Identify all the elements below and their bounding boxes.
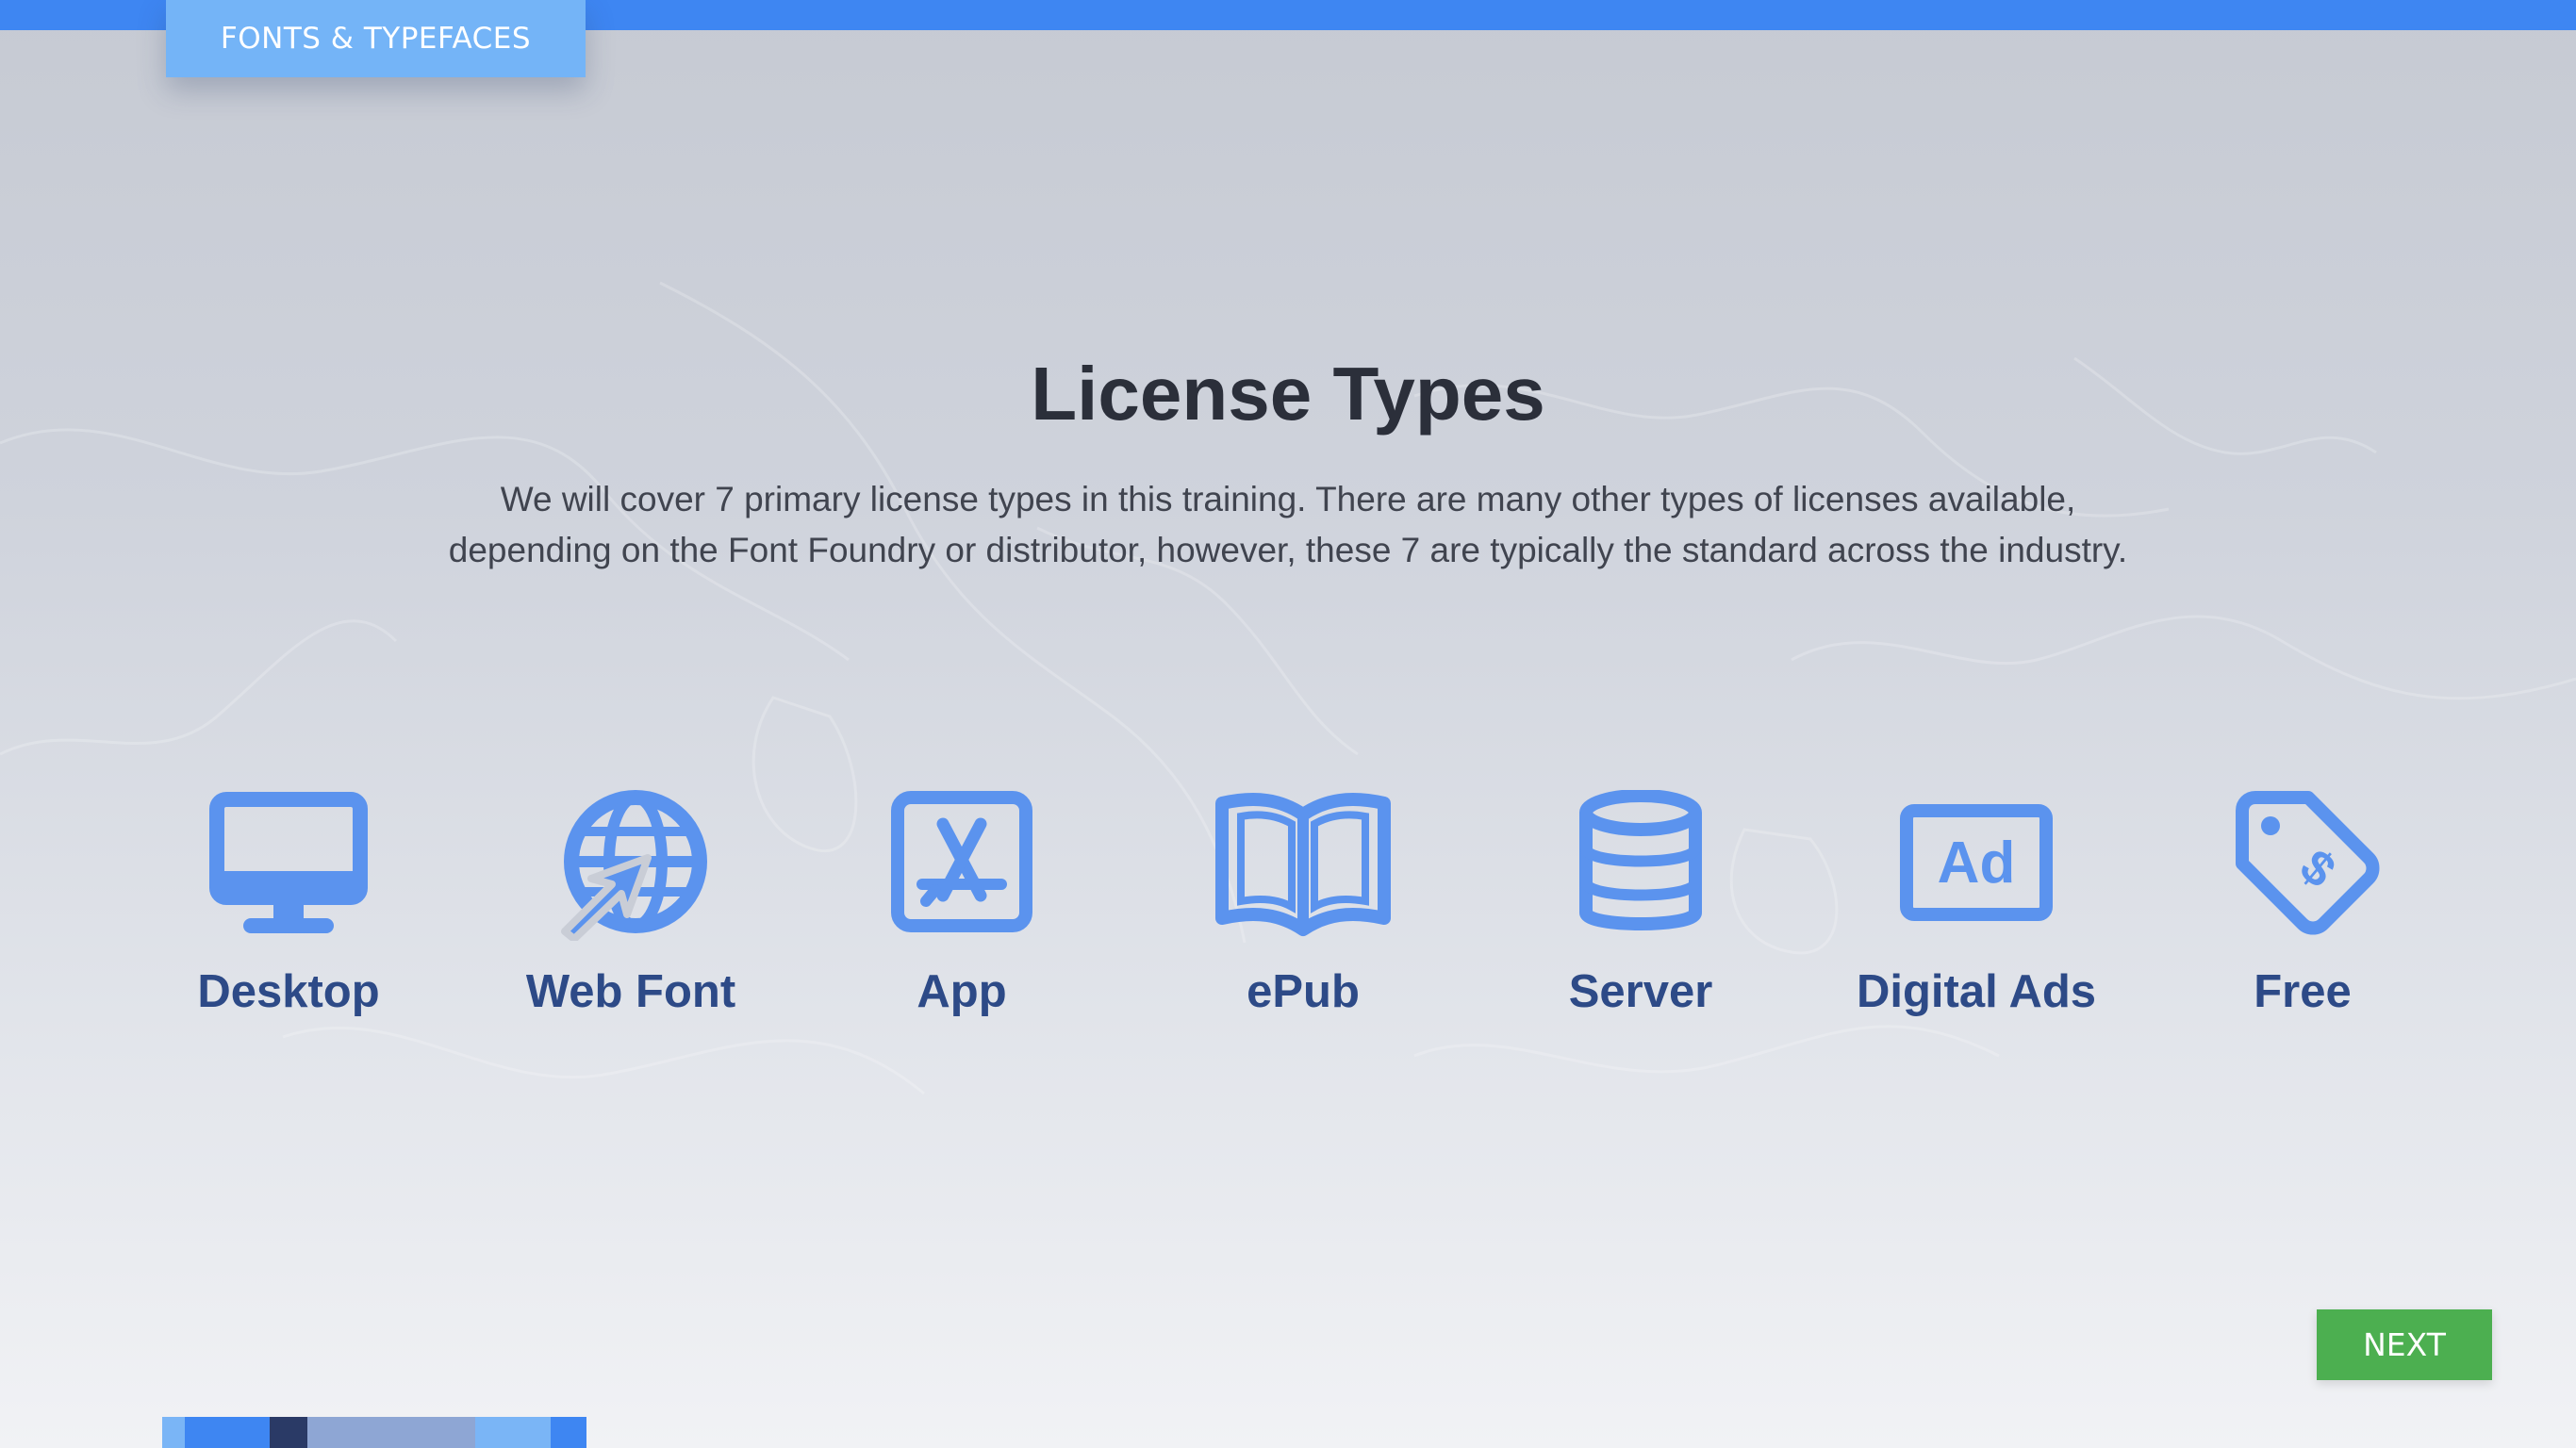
progress-segment-current	[270, 1417, 307, 1448]
license-item-free: $ Free	[2152, 790, 2453, 1026]
section-tab: FONTS & TYPEFACES	[166, 0, 586, 77]
license-label-desktop: Desktop	[197, 966, 380, 1017]
description-line-1: We will cover 7 primary license types in…	[500, 480, 2076, 518]
progress-segment	[162, 1417, 185, 1448]
license-label-free: Free	[2254, 966, 2352, 1017]
description-line-2: depending on the Font Foundry or distrib…	[448, 531, 2128, 569]
svg-text:$: $	[2289, 839, 2345, 898]
progress-segment	[551, 1417, 586, 1448]
progress-segment	[185, 1417, 270, 1448]
ad-icon: Ad	[1900, 804, 2053, 921]
progress-bar	[162, 1417, 586, 1448]
progress-segment	[307, 1417, 475, 1448]
next-button[interactable]: NEXT	[2317, 1309, 2492, 1380]
license-item-desktop: Desktop	[138, 790, 439, 1026]
price-tag-icon: $	[2236, 791, 2380, 935]
page-title: License Types	[1031, 352, 1545, 436]
license-label-web-font: Web Font	[525, 966, 736, 1017]
license-item-app: App	[811, 790, 1113, 1026]
license-label-app: App	[916, 966, 1007, 1017]
globe-cursor-icon	[561, 790, 707, 941]
progress-segment	[475, 1417, 551, 1448]
license-item-epub: ePub	[1152, 790, 1454, 1026]
svg-text:Ad: Ad	[1938, 831, 2016, 896]
section-tab-label: FONTS & TYPEFACES	[220, 22, 532, 56]
license-item-server: Server	[1490, 790, 1792, 1026]
license-label-server: Server	[1568, 966, 1713, 1017]
desktop-icon	[209, 792, 368, 933]
license-item-web-font: Web Font	[480, 790, 782, 1026]
license-label-epub: ePub	[1247, 966, 1360, 1017]
license-item-digital-ads: Ad Digital Ads	[1825, 790, 2127, 1026]
topographic-background	[0, 281, 2576, 1095]
database-icon	[1579, 790, 1702, 930]
app-store-icon	[891, 791, 1032, 932]
description: We will cover 7 primary license types in…	[0, 474, 2576, 576]
open-book-icon	[1215, 793, 1391, 936]
license-label-digital-ads: Digital Ads	[1856, 966, 2097, 1017]
